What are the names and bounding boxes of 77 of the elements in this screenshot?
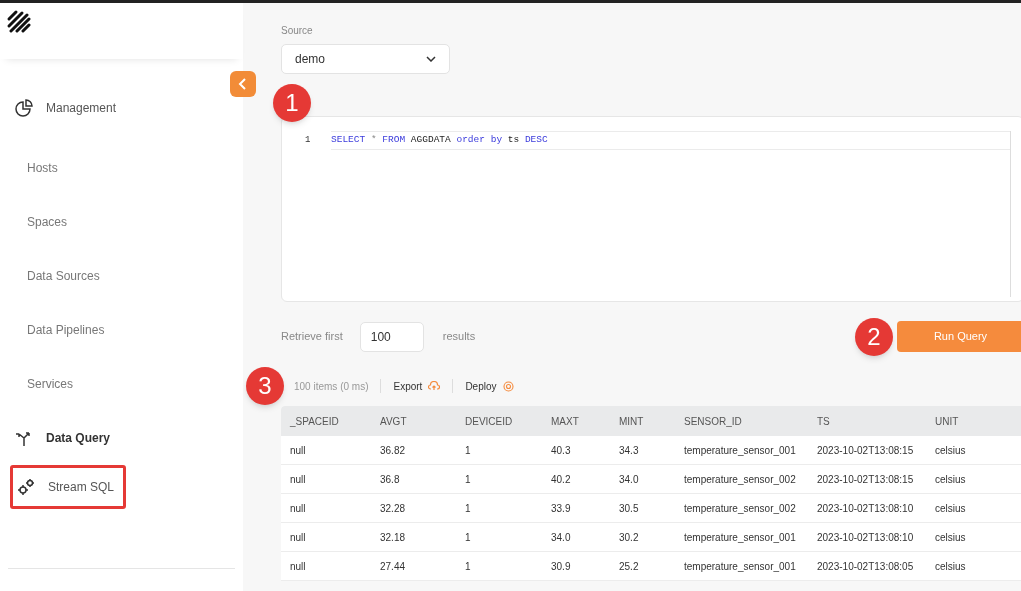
table-cell-text: 2023-10-02T13:08:10 xyxy=(817,501,915,516)
table-cell-text: 36.82 xyxy=(380,443,407,458)
table-cell-text: 1 xyxy=(465,472,472,487)
nav-item-label[interactable]: Data Pipelines xyxy=(27,321,105,339)
nav-item-label[interactable]: Services xyxy=(27,375,73,393)
table-cell-text: null xyxy=(290,530,307,545)
callout-badge: 2 xyxy=(855,317,893,356)
column-header: SENSOR_ID xyxy=(684,414,743,429)
table-cell-text: 25.2 xyxy=(619,559,640,574)
table-cell-text: temperature_sensor_001 xyxy=(684,559,797,574)
retrieve-label: Retrieve first xyxy=(281,329,343,345)
results-label: results xyxy=(442,329,476,345)
column-header: _SPACEID xyxy=(290,414,340,429)
column-header: UNIT xyxy=(935,414,960,429)
gears-icon xyxy=(16,477,36,497)
chevron-down-icon xyxy=(426,56,436,62)
table-cell-text: 27.44 xyxy=(380,559,407,574)
item-count: 100 items (0 ms) xyxy=(294,379,369,394)
nav-item-label[interactable]: Data Sources xyxy=(27,267,100,285)
table-cell-text: null xyxy=(290,472,307,487)
sql-code: SELECT * FROM AGGDATA order by ts DESC xyxy=(331,133,548,148)
table-cell-text: 34.0 xyxy=(619,472,640,487)
table-cell-text: temperature_sensor_002 xyxy=(684,501,797,516)
table-cell-text: 32.18 xyxy=(380,530,407,545)
table-cell-text: 1 xyxy=(465,501,472,516)
table-cell-text: 2023-10-02T13:08:15 xyxy=(817,472,915,487)
column-header: TS xyxy=(817,414,831,429)
table-cell-text: 1 xyxy=(465,530,472,545)
table-cell-text: null xyxy=(290,501,307,516)
table-cell-text: 2023-10-02T13:08:10 xyxy=(817,530,915,545)
table-cell-text: 30.9 xyxy=(551,559,572,574)
table-cell-text: 32.28 xyxy=(380,501,407,516)
table-cell-text: 36.8 xyxy=(380,472,401,487)
table-cell-text: 1 xyxy=(465,559,472,574)
source-label: Source xyxy=(281,24,314,38)
table-cell-text: 2023-10-02T13:08:05 xyxy=(817,559,915,574)
nav-item-label[interactable]: Management xyxy=(46,99,117,117)
column-header: MINT xyxy=(619,414,645,429)
nav-item-label[interactable]: Hosts xyxy=(27,159,58,177)
table-cell-text: temperature_sensor_001 xyxy=(684,443,797,458)
table-cell-text: temperature_sensor_002 xyxy=(684,472,797,487)
table-cell-text: celsius xyxy=(935,443,967,458)
nav-item-label[interactable]: Stream SQL xyxy=(48,478,115,496)
pie-chart-icon xyxy=(14,98,34,118)
chevron-left-icon xyxy=(238,78,248,90)
callout-badge: 1 xyxy=(273,84,311,122)
column-header: DEVICEID xyxy=(465,414,514,429)
table-cell-text: 30.2 xyxy=(619,530,640,545)
table-cell-text: 40.3 xyxy=(551,443,572,458)
table-cell-text: null xyxy=(290,559,307,574)
target-icon xyxy=(502,380,514,392)
table-cell-text: 30.5 xyxy=(619,501,640,516)
table-cell-text: 34.3 xyxy=(619,443,640,458)
callout-badge: 3 xyxy=(246,367,284,405)
table-cell-text: celsius xyxy=(935,501,967,516)
export-button[interactable]: Export xyxy=(393,378,441,394)
nav-item-label[interactable]: Data Query xyxy=(46,429,111,447)
source-select[interactable]: demo xyxy=(281,44,450,74)
table-cell-text: 40.2 xyxy=(551,472,572,487)
collapse-button[interactable] xyxy=(230,71,256,97)
deploy-button[interactable]: Deploy xyxy=(465,378,514,394)
cloud-upload-icon xyxy=(428,381,441,391)
table-cell-text: celsius xyxy=(935,530,967,545)
nav-item-label[interactable]: Spaces xyxy=(27,213,68,231)
table-cell-text: null xyxy=(290,443,307,458)
column-header: MAXT xyxy=(551,414,580,429)
table-cell-text: temperature_sensor_001 xyxy=(684,530,797,545)
table-cell-text: 1 xyxy=(465,443,472,458)
table-cell-text: celsius xyxy=(935,559,967,574)
sql-editor[interactable]: 1 SELECT * FROM AGGDATA order by ts DESC xyxy=(281,116,1021,302)
table-cell-text: celsius xyxy=(935,472,967,487)
line-number: 1 xyxy=(305,133,311,147)
table-cell-text: 2023-10-02T13:08:15 xyxy=(817,443,915,458)
limit-field[interactable]: 100 xyxy=(359,321,424,352)
table-cell-text: 33.9 xyxy=(551,501,572,516)
column-header: AVGT xyxy=(380,414,408,429)
table-cell-text: 34.0 xyxy=(551,530,572,545)
